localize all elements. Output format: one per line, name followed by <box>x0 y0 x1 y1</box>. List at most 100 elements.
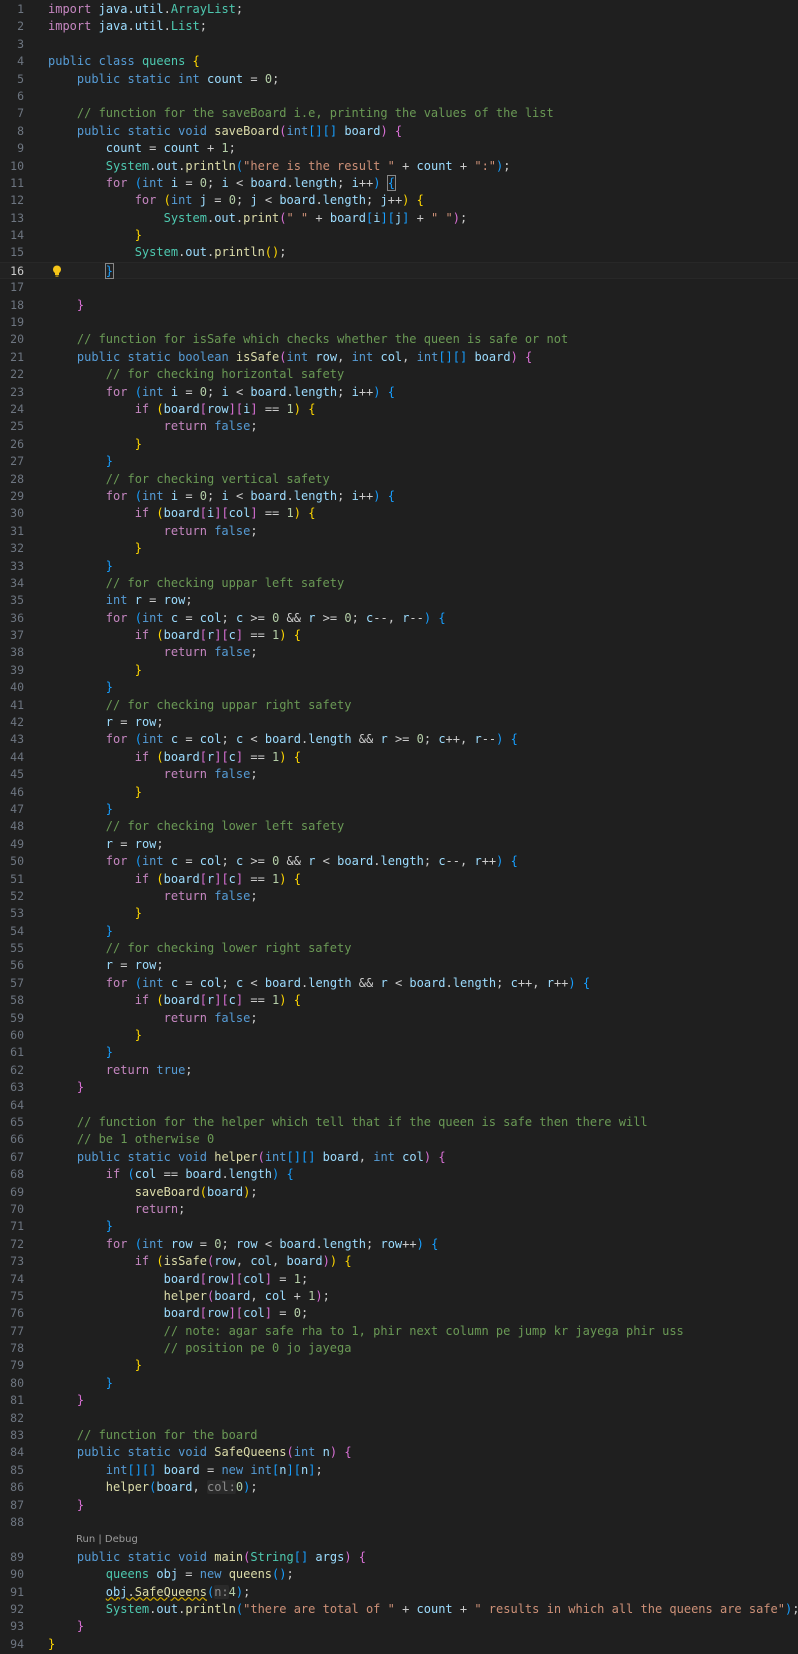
code-text[interactable]: // function for the helper which tell th… <box>48 1114 648 1131</box>
code-line[interactable]: 85 int[][] board = new int[n][n]; <box>0 1462 798 1479</box>
code-text[interactable]: } <box>48 453 113 470</box>
code-line[interactable]: 72 for (int row = 0; row < board.length;… <box>0 1236 798 1253</box>
code-line[interactable]: 59 return false; <box>0 1010 798 1027</box>
code-text[interactable]: for (int j = 0; j < board.length; j++) { <box>48 192 424 209</box>
code-text[interactable]: // for checking uppar right safety <box>48 697 352 714</box>
code-line[interactable]: 66 // be 1 otherwise 0 <box>0 1131 798 1148</box>
code-line[interactable]: 73 if (isSafe(row, col, board)) { <box>0 1253 798 1270</box>
code-line[interactable]: 12 for (int j = 0; j < board.length; j++… <box>0 192 798 209</box>
code-line[interactable]: 62 return true; <box>0 1062 798 1079</box>
code-text[interactable]: System.out.println(); <box>48 244 287 261</box>
code-line[interactable]: 75 helper(board, col + 1); <box>0 1288 798 1305</box>
code-text[interactable]: saveBoard(board); <box>48 1184 258 1201</box>
code-line[interactable]: 16 } <box>0 261 798 280</box>
code-line[interactable]: 79 } <box>0 1357 798 1374</box>
code-text[interactable]: return true; <box>48 1062 193 1079</box>
code-text[interactable]: return false; <box>48 1010 258 1027</box>
code-line[interactable]: 21 public static boolean isSafe(int row,… <box>0 349 798 366</box>
code-text[interactable]: public static int count = 0; <box>48 71 279 88</box>
code-line[interactable]: 82 <box>0 1410 798 1427</box>
code-line[interactable]: 8 public static void saveBoard(int[][] b… <box>0 123 798 140</box>
code-text[interactable]: if (board[r][c] == 1) { <box>48 749 301 766</box>
code-text[interactable]: // position pe 0 jo jayega <box>48 1340 352 1357</box>
code-line[interactable]: 9 count = count + 1; <box>0 140 798 157</box>
code-line[interactable]: 42 r = row; <box>0 714 798 731</box>
code-text[interactable]: return false; <box>48 418 258 435</box>
code-line[interactable]: 10 System.out.println("here is the resul… <box>0 158 798 175</box>
code-line[interactable]: 3 <box>0 36 798 53</box>
code-text[interactable]: board[row][col] = 0; <box>48 1305 309 1322</box>
code-line[interactable]: 48 // for checking lower left safety <box>0 818 798 835</box>
code-text[interactable]: // function for isSafe which checks whet… <box>48 331 568 348</box>
code-text[interactable]: // for checking horizontal safety <box>48 366 344 383</box>
code-text[interactable]: } <box>48 679 113 696</box>
code-text[interactable]: } <box>48 1027 142 1044</box>
code-text[interactable]: } <box>48 905 142 922</box>
code-text[interactable]: queens obj = new queens(); <box>48 1566 294 1583</box>
code-line[interactable]: 46 } <box>0 784 798 801</box>
code-line[interactable]: 83 // function for the board <box>0 1427 798 1444</box>
code-text[interactable]: // for checking lower right safety <box>48 940 352 957</box>
code-line[interactable]: 13 System.out.print(" " + board[i][j] + … <box>0 210 798 227</box>
code-lines[interactable]: 1 import java.util.ArrayList; 2 import java… <box>0 0 798 1653</box>
code-text[interactable]: public static void saveBoard(int[][] boa… <box>48 123 402 140</box>
code-line[interactable]: 22 // for checking horizontal safety <box>0 366 798 383</box>
code-line[interactable]: 36 for (int c = col; c >= 0 && r >= 0; c… <box>0 610 798 627</box>
code-line[interactable]: 11 for (int i = 0; i < board.length; i++… <box>0 174 798 192</box>
code-text[interactable]: } <box>48 784 142 801</box>
code-text[interactable]: } <box>48 540 142 557</box>
code-text[interactable]: } <box>48 1044 113 1061</box>
code-line[interactable]: 41 // for checking uppar right safety <box>0 697 798 714</box>
code-line[interactable]: 38 return false; <box>0 644 798 661</box>
code-text[interactable]: } <box>48 1392 84 1409</box>
code-line[interactable]: 44 if (board[r][c] == 1) { <box>0 749 798 766</box>
code-text[interactable]: } <box>48 1618 84 1635</box>
code-line[interactable]: 17 <box>0 279 798 296</box>
code-text[interactable]: for (int c = col; c >= 0 && r >= 0; c--,… <box>48 610 446 627</box>
code-line[interactable]: 53 } <box>0 905 798 922</box>
code-text[interactable]: if (board[r][c] == 1) { <box>48 627 301 644</box>
code-text[interactable]: helper(board, col:0); <box>48 1479 258 1496</box>
code-line[interactable]: 45 return false; <box>0 766 798 783</box>
codelens-run-debug[interactable]: Run | Debug <box>76 1531 138 1548</box>
code-text[interactable]: count = count + 1; <box>48 140 236 157</box>
code-text[interactable]: } <box>48 558 113 575</box>
code-text[interactable]: return false; <box>48 766 258 783</box>
code-line[interactable]: 39 } <box>0 662 798 679</box>
code-line[interactable]: 67 public static void helper(int[][] boa… <box>0 1149 798 1166</box>
code-text[interactable]: r = row; <box>48 714 164 731</box>
code-text[interactable]: } <box>48 1497 84 1514</box>
code-line[interactable]: 78 // position pe 0 jo jayega <box>0 1340 798 1357</box>
code-text[interactable]: } <box>48 801 113 818</box>
code-line[interactable]: 91 obj.SafeQueens(n:4); <box>0 1584 798 1601</box>
code-line[interactable]: 76 board[row][col] = 0; <box>0 1305 798 1322</box>
code-text[interactable]: // note: agar safe rha to 1, phir next c… <box>48 1323 684 1340</box>
code-text[interactable]: for (int c = col; c >= 0 && r < board.le… <box>48 853 518 870</box>
code-editor[interactable]: 1 import java.util.ArrayList; 2 import java… <box>0 0 798 1654</box>
code-line[interactable]: 24 if (board[row][i] == 1) { <box>0 401 798 418</box>
code-text[interactable]: for (int c = col; c < board.length && r … <box>48 975 590 992</box>
code-text[interactable]: // function for the board <box>48 1427 258 1444</box>
code-line[interactable]: 33 } <box>0 558 798 575</box>
code-text[interactable]: return false; <box>48 644 258 661</box>
code-line[interactable]: 7 // function for the saveBoard i.e, pri… <box>0 105 798 122</box>
code-text[interactable]: System.out.println("here is the result "… <box>48 158 511 175</box>
code-line[interactable]: 23 for (int i = 0; i < board.length; i++… <box>0 384 798 401</box>
code-line[interactable]: 49 r = row; <box>0 836 798 853</box>
code-line[interactable]: 50 for (int c = col; c >= 0 && r < board… <box>0 853 798 870</box>
code-line[interactable]: 63 } <box>0 1079 798 1096</box>
code-line[interactable]: 56 r = row; <box>0 957 798 974</box>
code-line[interactable]: 19 <box>0 314 798 331</box>
code-text[interactable]: } <box>48 1079 84 1096</box>
code-text[interactable]: for (int i = 0; i < board.length; i++) { <box>48 384 395 401</box>
code-line[interactable]: 81 } <box>0 1392 798 1409</box>
code-text[interactable]: obj.SafeQueens(n:4); <box>48 1584 250 1601</box>
code-line[interactable]: 94} <box>0 1636 798 1653</box>
code-text[interactable]: if (col == board.length) { <box>48 1166 294 1183</box>
code-line[interactable]: 15 System.out.println(); <box>0 244 798 261</box>
code-line[interactable]: 54 } <box>0 923 798 940</box>
code-line[interactable]: 6 <box>0 88 798 105</box>
code-text[interactable]: if (isSafe(row, col, board)) { <box>48 1253 352 1270</box>
code-text[interactable]: for (int i = 0; i < board.length; i++) { <box>48 174 397 192</box>
code-text[interactable]: // be 1 otherwise 0 <box>48 1131 214 1148</box>
